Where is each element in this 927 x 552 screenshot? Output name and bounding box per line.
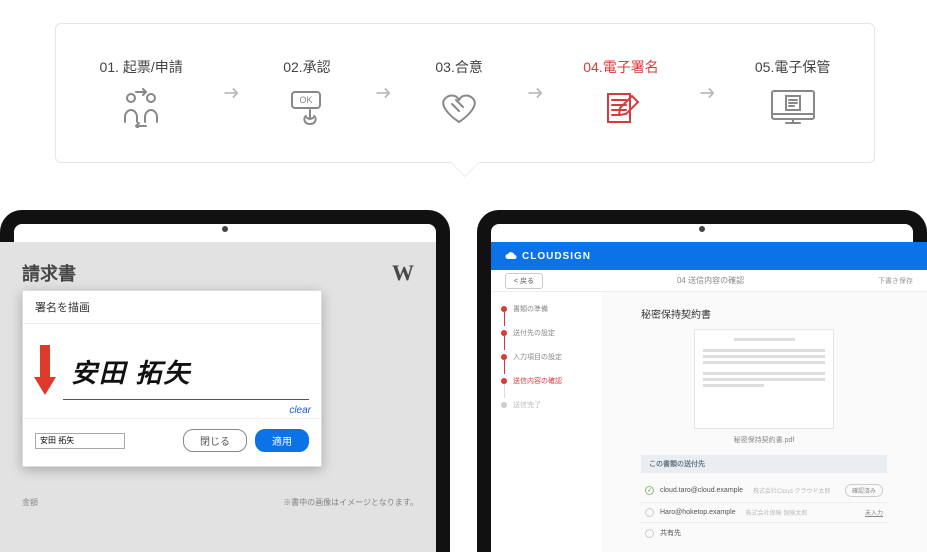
edit-link[interactable]: 未入力: [865, 508, 883, 517]
status-pill: 確認済み: [845, 484, 883, 497]
step-label: 02.承認: [283, 57, 330, 77]
document-editor-screen: W 請求書 Open 発行日： 請求書番 品目 金額 ※書中の画像はイメージとな…: [0, 242, 436, 552]
signature-modal: 署名を描画 安田 拓矢 clear 閉じる 適用: [22, 290, 322, 467]
check-icon: ✓: [645, 486, 654, 495]
arrow-icon: [696, 82, 718, 104]
workflow-step-3: 03.合意: [431, 57, 487, 129]
people-exchange-icon: [113, 87, 169, 129]
circle-icon: [645, 508, 654, 517]
recipient-email: Haro@hoketop.example: [660, 509, 736, 516]
save-draft-button[interactable]: 下書き保存: [878, 276, 913, 286]
progress-step: 書類の準備: [501, 304, 591, 314]
monitor-document-icon: [765, 87, 821, 129]
step-heading: 04 送信内容の確認: [677, 275, 744, 286]
close-button[interactable]: 閉じる: [183, 429, 247, 452]
step-label: 01. 起票/申請: [100, 57, 183, 77]
progress-step: 入力項目の設定: [501, 352, 591, 362]
workflow-step-2: 02.承認 OK: [279, 57, 335, 129]
progress-step-current: 送信内容の確認: [501, 376, 591, 386]
circle-icon: [645, 529, 654, 538]
laptop-left: W 請求書 Open 発行日： 請求書番 品目 金額 ※書中の画像はイメージとな…: [0, 210, 450, 552]
contract-title: 秘密保持契約書: [641, 306, 887, 321]
step-label: 03.合意: [435, 57, 482, 77]
step-label: 05.電子保管: [755, 57, 830, 77]
laptop-right: CLOUDSIGN < 戻る 04 送信内容の確認 下書き保存 書類の準備 送付…: [477, 210, 927, 552]
arrow-icon: [372, 82, 394, 104]
document-thumbnail[interactable]: [694, 329, 834, 429]
apply-button[interactable]: 適用: [255, 429, 309, 452]
workflow-panel: 01. 起票/申請 02.承認 OK 03.合意 04: [55, 23, 875, 163]
cloud-icon: [505, 250, 517, 262]
clear-link[interactable]: clear: [289, 405, 311, 416]
start-arrow-icon: [33, 343, 57, 399]
progress-step: 送信完了: [501, 400, 591, 410]
modal-title: 署名を描画: [23, 291, 321, 323]
step-label: 04.電子署名: [583, 57, 658, 77]
signature-text-input[interactable]: [35, 433, 125, 449]
brand-name: CLOUDSIGN: [522, 251, 591, 262]
arrow-icon: [220, 82, 242, 104]
handshake-icon: [431, 87, 487, 129]
signature-stroke: 安田 拓矢: [71, 353, 192, 390]
recipient-meta: 株式会社Cloud クラウド太郎: [753, 486, 830, 495]
laptop-row: W 請求書 Open 発行日： 請求書番 品目 金額 ※書中の画像はイメージとな…: [0, 210, 927, 552]
progress-step: 送付先の設定: [501, 328, 591, 338]
doc-filename: 秘密保持契約書.pdf: [641, 435, 887, 445]
back-button[interactable]: < 戻る: [505, 273, 543, 289]
app-header: CLOUDSIGN: [491, 242, 927, 270]
signature-canvas[interactable]: 安田 拓矢 clear: [23, 323, 321, 419]
ok-click-icon: OK: [279, 87, 335, 129]
recipients-section-title: この書類の送付先: [641, 455, 887, 473]
shared-row: 共有先: [641, 523, 887, 543]
workflow-step-4: 04.電子署名: [583, 57, 658, 129]
sign-document-icon: [593, 87, 649, 129]
progress-sidebar: 書類の準備 送付先の設定 入力項目の設定 送信内容の確認 送信完了: [491, 292, 601, 552]
recipient-email: cloud.taro@cloud.example: [660, 487, 743, 494]
arrow-icon: [524, 82, 546, 104]
camera-dot: [222, 226, 228, 232]
workflow-step-5: 05.電子保管: [755, 57, 830, 129]
camera-dot: [699, 226, 705, 232]
recipient-row: Haro@hoketop.example 株式会社保険 保険太郎 未入力: [641, 503, 887, 523]
recipient-row: ✓ cloud.taro@cloud.example 株式会社Cloud クラウ…: [641, 479, 887, 503]
workflow-step-1: 01. 起票/申請: [100, 57, 183, 129]
cloudsign-screen: CLOUDSIGN < 戻る 04 送信内容の確認 下書き保存 書類の準備 送付…: [491, 242, 927, 552]
svg-text:OK: OK: [299, 95, 312, 105]
recipient-meta: 株式会社保険 保険太郎: [746, 508, 808, 517]
shared-label: 共有先: [660, 528, 681, 538]
